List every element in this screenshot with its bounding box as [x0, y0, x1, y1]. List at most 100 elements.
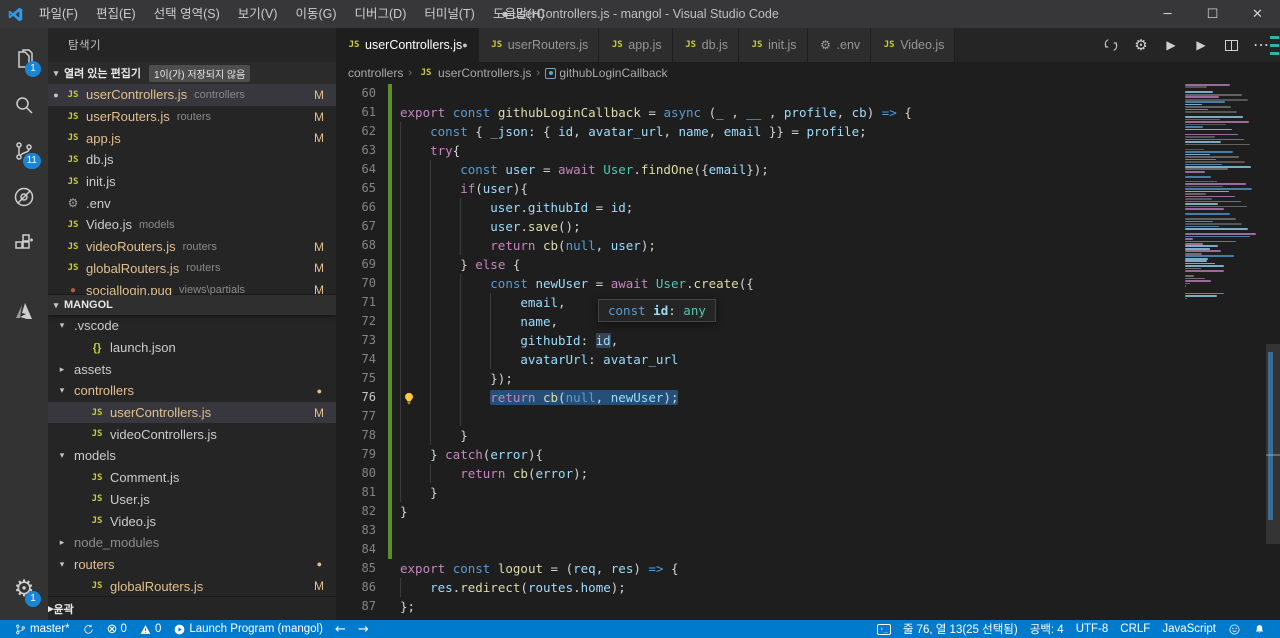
open-editor-item[interactable]: ⚙ .env — [48, 192, 336, 214]
tree-folder-.vscode[interactable]: ▾ .vscode — [48, 315, 336, 337]
code-line-86[interactable]: 86 res.redirect(routes.home); — [336, 578, 1280, 597]
open-editor-item[interactable]: JS globalRouters.js routers M — [48, 258, 336, 280]
tree-file-videoControllers.js[interactable]: JS videoControllers.js — [48, 423, 336, 445]
code-line-78[interactable]: 78} — [336, 426, 1280, 445]
menu-help[interactable]: 도움말(H) — [484, 0, 554, 28]
scrollbar[interactable] — [1266, 84, 1280, 620]
open-editor-item[interactable]: JS Video.js models — [48, 214, 336, 236]
menu-edit[interactable]: 편집(E) — [87, 0, 145, 28]
breadcrumb-item[interactable]: githubLoginCallback — [545, 66, 668, 80]
activity-extensions[interactable] — [0, 220, 48, 266]
code-editor[interactable]: 60 61 export const githubLoginCallback = a… — [336, 84, 1280, 620]
maximize-button[interactable]: ☐ — [1190, 0, 1235, 28]
code-line-82[interactable]: 82} — [336, 502, 1280, 521]
menu-selection[interactable]: 선택 영역(S) — [145, 0, 229, 28]
line-number[interactable]: 83 — [336, 521, 376, 540]
code-line-74[interactable]: 74 avatarUrl: avatar_url — [336, 350, 1280, 369]
tree-folder-controllers[interactable]: ▾ controllers ● — [48, 380, 336, 402]
code-line-76[interactable]: 76 return cb(null, newUser); — [336, 388, 1280, 407]
code-line-75[interactable]: 75}); — [336, 369, 1280, 388]
close-button[interactable]: ✕ — [1235, 0, 1280, 28]
line-number[interactable]: 63 — [336, 141, 376, 160]
status-warnings[interactable]: 0 — [133, 620, 167, 638]
tree-file-User.js[interactable]: JS User.js — [48, 489, 336, 511]
line-number[interactable]: 62 — [336, 122, 376, 141]
line-number[interactable]: 72 — [336, 312, 376, 331]
line-number[interactable]: 80 — [336, 464, 376, 483]
line-number[interactable]: 82 — [336, 502, 376, 521]
line-number[interactable]: 73 — [336, 331, 376, 350]
line-number[interactable]: 60 — [336, 84, 376, 103]
code-line-68[interactable]: 68 return cb(null, user); — [336, 236, 1280, 255]
line-number[interactable]: 85 — [336, 559, 376, 578]
line-number[interactable]: 65 — [336, 179, 376, 198]
line-number[interactable]: 64 — [336, 160, 376, 179]
open-editor-item[interactable]: JS userRouters.js routers M — [48, 106, 336, 128]
line-number[interactable]: 76 — [336, 388, 376, 407]
minimap[interactable] — [1182, 84, 1266, 620]
status-synchronize[interactable] — [76, 620, 101, 638]
activity-settings-gear[interactable]: ⚙ 1 — [0, 566, 48, 612]
line-number[interactable]: 67 — [336, 217, 376, 236]
tree-file-Video.js[interactable]: JS Video.js — [48, 510, 336, 532]
tree-folder-node_modules[interactable]: ▸ node_modules — [48, 532, 336, 554]
open-editor-item[interactable]: JS app.js M — [48, 127, 336, 149]
line-number[interactable]: 86 — [336, 578, 376, 597]
menu-file[interactable]: 파일(F) — [30, 0, 87, 28]
code-line-62[interactable]: 62 const { _json: { id, avatar_url, name,… — [336, 122, 1280, 141]
tab-.env[interactable]: ⚙ .env — [807, 28, 872, 62]
menu-go[interactable]: 이동(G) — [286, 0, 345, 28]
status-notifications[interactable] — [1247, 620, 1272, 638]
breadcrumb-item[interactable]: controllers — [348, 66, 403, 80]
code-line-84[interactable]: 84 — [336, 540, 1280, 559]
status-launch-program[interactable]: Launch Program (mangol) — [167, 620, 329, 638]
tree-file-userControllers.js[interactable]: JS userControllers.js M — [48, 401, 336, 424]
split-editor-button[interactable] — [1218, 28, 1244, 62]
tree-file-globalRouters.js[interactable]: JS globalRouters.js M — [48, 575, 336, 597]
activity-azure[interactable] — [0, 288, 48, 334]
line-number[interactable]: 84 — [336, 540, 376, 559]
open-editor-item[interactable]: ● sociallogin.pug views\partials M — [48, 279, 336, 295]
tab-userControllers.js[interactable]: JS userControllers.js ● — [336, 28, 479, 62]
open-editor-item[interactable]: ● JS userControllers.js controllers M — [48, 84, 336, 106]
lightbulb-icon[interactable] — [402, 392, 416, 406]
code-line-69[interactable]: 69} else { — [336, 255, 1280, 274]
dirty-dot[interactable]: ● — [462, 40, 467, 50]
code-line-81[interactable]: 81} — [336, 483, 1280, 502]
tab-userRouters.js[interactable]: JS userRouters.js — [478, 28, 600, 62]
tab-db.js[interactable]: JS db.js — [672, 28, 740, 62]
code-line-61[interactable]: 61 export const githubLoginCallback = asy… — [336, 103, 1280, 122]
synchronize-changes-button[interactable] — [1098, 28, 1124, 62]
code-line-87[interactable]: 87}; — [336, 597, 1280, 616]
tree-file-Comment.js[interactable]: JS Comment.js — [48, 467, 336, 489]
status-language-mode[interactable]: JavaScript — [1156, 620, 1222, 638]
code-line-65[interactable]: 65 if(user){ — [336, 179, 1280, 198]
tab-Video.js[interactable]: JS Video.js — [871, 28, 956, 62]
status-cursor-position[interactable]: 줄 76, 열 13(25 선택됨) — [897, 620, 1024, 638]
open-editor-item[interactable]: JS db.js — [48, 149, 336, 171]
status-git-branch[interactable]: master* — [8, 620, 76, 638]
open-editors-header[interactable]: ▾ 열려 있는 편집기 1이(가) 저장되지 않음 — [48, 62, 336, 84]
code-line-70[interactable]: 70 const newUser = await User.create({ — [336, 274, 1280, 293]
menu-terminal[interactable]: 터미널(T) — [415, 0, 483, 28]
line-number[interactable]: 78 — [336, 426, 376, 445]
run-without-debugging-button[interactable]: ▶ — [1188, 28, 1214, 62]
code-line-79[interactable]: 79} catch(error){ — [336, 445, 1280, 464]
code-line-60[interactable]: 60 — [336, 84, 1280, 103]
code-line-71[interactable]: 71 email, — [336, 293, 1280, 312]
menu-view[interactable]: 보기(V) — [229, 0, 287, 28]
activity-debug[interactable] — [0, 174, 48, 220]
status-navigate-forward[interactable]: → — [352, 620, 375, 638]
line-number[interactable]: 87 — [336, 597, 376, 616]
status-eol[interactable]: CRLF — [1114, 620, 1156, 638]
code-line-80[interactable]: 80 return cb(error); — [336, 464, 1280, 483]
code-line-67[interactable]: 67 user.save(); — [336, 217, 1280, 236]
settings-gear-button[interactable]: ⚙ — [1128, 28, 1154, 62]
code-line-85[interactable]: 85 export const logout = (req, res) => { — [336, 559, 1280, 578]
tree-folder-assets[interactable]: ▸ assets — [48, 358, 336, 380]
code-line-72[interactable]: 72 name, — [336, 312, 1280, 331]
open-editor-item[interactable]: JS videoRouters.js routers M — [48, 236, 336, 258]
status-encoding[interactable]: UTF-8 — [1070, 620, 1115, 638]
line-number[interactable]: 75 — [336, 369, 376, 388]
outline-section-header[interactable]: ▸ 윤곽 — [48, 597, 336, 620]
